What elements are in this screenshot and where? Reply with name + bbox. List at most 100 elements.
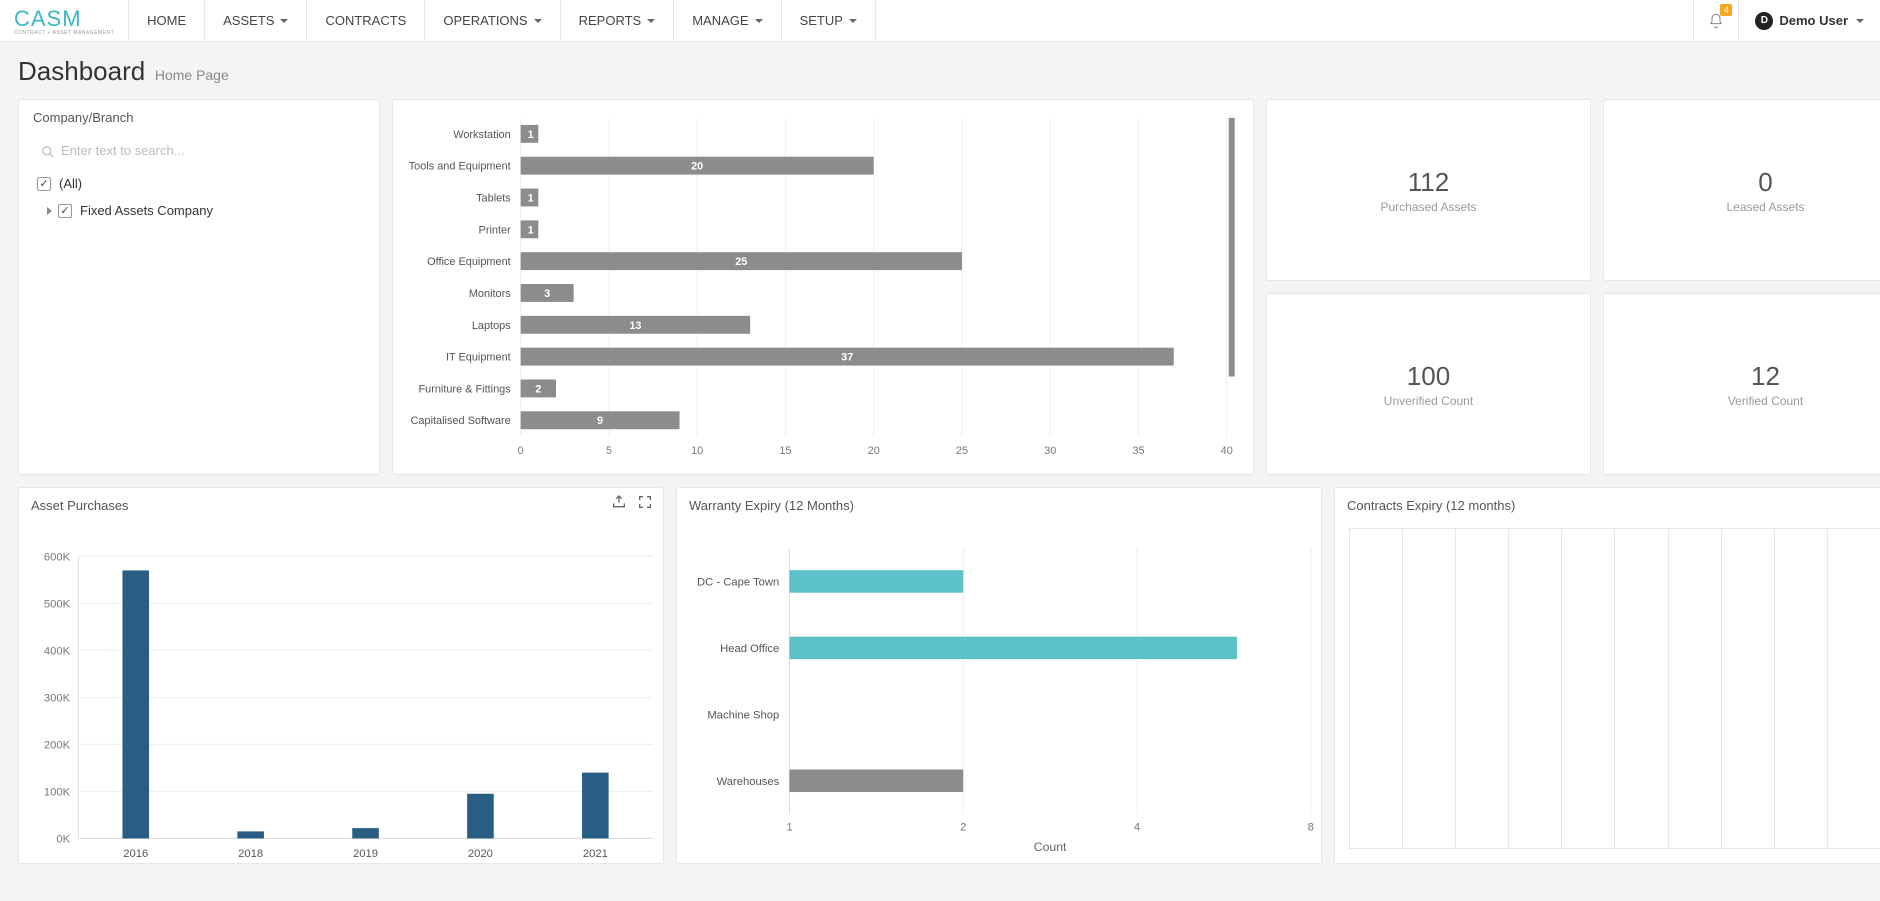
svg-text:1: 1 [528, 192, 534, 204]
svg-text:Head Office: Head Office [720, 643, 779, 655]
stat-value: 12 [1751, 361, 1780, 392]
svg-text:2018: 2018 [238, 848, 263, 860]
avatar: D [1755, 12, 1773, 30]
nav-label: OPERATIONS [443, 13, 527, 28]
logo[interactable]: CASM CONTRACT + ASSET MANAGEMENT [0, 0, 129, 41]
svg-text:200K: 200K [44, 739, 71, 751]
stat-label: Purchased Assets [1380, 200, 1476, 214]
stat-value: 112 [1408, 167, 1449, 198]
contracts-empty-grid [1349, 528, 1880, 849]
svg-text:300K: 300K [44, 692, 71, 704]
asset-purchases-svg: 0K100K200K300K400K500K600K20162018201920… [19, 523, 663, 898]
nav-label: REPORTS [579, 13, 642, 28]
svg-text:25: 25 [735, 256, 747, 268]
svg-text:15: 15 [779, 445, 791, 457]
nav-label: MANAGE [692, 13, 748, 28]
svg-text:DC - Cape Town: DC - Cape Town [697, 577, 779, 589]
svg-text:Laptops: Laptops [472, 320, 511, 332]
stat-label: Unverified Count [1384, 394, 1473, 408]
svg-text:Tablets: Tablets [476, 192, 511, 204]
tree-search-input[interactable] [33, 139, 365, 162]
tree-node[interactable]: ✓ Fixed Assets Company [19, 197, 379, 224]
dashboard-grid: Company/Branch ✓ (All) ✓ Fixed Assets Compa… [0, 99, 1880, 875]
svg-text:2021: 2021 [583, 848, 608, 860]
stat-card: 0 Leased Assets [1603, 99, 1880, 281]
checkbox[interactable]: ✓ [58, 204, 72, 218]
panel-title: Company/Branch [19, 100, 379, 131]
warranty-expiry-card: Warranty Expiry (12 Months) 1248CountDC … [676, 487, 1322, 864]
svg-text:2: 2 [535, 383, 541, 395]
assets-by-category-svg: 0510152025303540Workstation1Tools and Eq… [397, 108, 1241, 466]
svg-text:2: 2 [960, 821, 966, 833]
stat-card: 100Unverified Count [1266, 293, 1591, 475]
asset-purchases-card: Asset Purchases 0K100K200K300K400K500K60… [18, 487, 664, 864]
chevron-down-icon [647, 19, 655, 23]
svg-text:100K: 100K [44, 787, 71, 799]
user-menu[interactable]: D Demo User [1738, 0, 1880, 41]
svg-text:37: 37 [841, 352, 853, 364]
svg-text:1: 1 [786, 821, 792, 833]
nav-manage[interactable]: MANAGE [674, 0, 781, 41]
svg-text:30: 30 [1044, 445, 1056, 457]
svg-text:1: 1 [528, 129, 534, 141]
svg-text:1: 1 [528, 224, 534, 236]
chevron-down-icon [280, 19, 288, 23]
nav-operations[interactable]: OPERATIONS [425, 0, 560, 41]
card-title: Warranty Expiry (12 Months) [677, 488, 1321, 519]
stat-card: 12Verified Count [1603, 293, 1880, 475]
notifications-count: 4 [1720, 4, 1732, 16]
tree-node-label: Fixed Assets Company [80, 203, 213, 218]
logo-tagline: CONTRACT + ASSET MANAGEMENT [14, 30, 114, 36]
svg-text:20: 20 [868, 445, 880, 457]
chevron-down-icon [1856, 19, 1864, 23]
nav-reports[interactable]: REPORTS [561, 0, 675, 41]
svg-text:Machine Shop: Machine Shop [707, 709, 779, 721]
svg-text:4: 4 [1134, 821, 1140, 833]
svg-text:2016: 2016 [123, 848, 148, 860]
svg-text:3: 3 [544, 288, 550, 300]
nav-label: ASSETS [223, 13, 274, 28]
expand-icon[interactable] [47, 207, 52, 215]
svg-text:9: 9 [597, 415, 603, 427]
nav-assets[interactable]: ASSETS [205, 0, 307, 41]
nav-home[interactable]: HOME [129, 0, 205, 41]
search-icon [41, 145, 55, 159]
contracts-expiry-card: Contracts Expiry (12 months) [1334, 487, 1880, 864]
topbar: CASM CONTRACT + ASSET MANAGEMENT HOME ASS… [0, 0, 1880, 42]
svg-text:500K: 500K [44, 598, 71, 610]
fullscreen-icon[interactable] [637, 494, 653, 513]
export-icon[interactable] [611, 494, 627, 513]
svg-text:400K: 400K [44, 645, 71, 657]
nav-setup[interactable]: SETUP [782, 0, 876, 41]
nav-label: CONTRACTS [325, 13, 406, 28]
svg-text:Printer: Printer [479, 224, 512, 236]
svg-text:600K: 600K [44, 551, 71, 563]
tree-node-label: (All) [59, 176, 82, 191]
stat-label: Leased Assets [1726, 200, 1804, 214]
assets-by-category-chart: 0510152025303540Workstation1Tools and Eq… [392, 99, 1254, 475]
nav-label: HOME [147, 13, 186, 28]
svg-text:8: 8 [1308, 821, 1314, 833]
svg-text:40: 40 [1221, 445, 1233, 457]
svg-text:10: 10 [691, 445, 703, 457]
stat-value: 0 [1758, 167, 1772, 198]
row2: Asset Purchases 0K100K200K300K400K500K60… [18, 487, 1880, 857]
svg-text:20: 20 [691, 161, 703, 173]
warranty-expiry-svg: 1248CountDC - Cape TownHead OfficeMachin… [677, 519, 1321, 894]
user-name: Demo User [1779, 13, 1848, 28]
topbar-right: 4 D Demo User [1693, 0, 1880, 41]
page-subtitle: Home Page [155, 67, 229, 83]
card-title: Asset Purchases [19, 488, 663, 519]
notifications-button[interactable]: 4 [1693, 0, 1738, 41]
svg-text:Office Equipment: Office Equipment [427, 256, 511, 268]
nav-contracts[interactable]: CONTRACTS [307, 0, 425, 41]
chevron-down-icon [534, 19, 542, 23]
card-title: Contracts Expiry (12 months) [1335, 488, 1880, 519]
tree-node[interactable]: ✓ (All) [19, 170, 379, 197]
company-branch-panel: Company/Branch ✓ (All) ✓ Fixed Assets Compa… [18, 99, 380, 475]
svg-text:5: 5 [606, 445, 612, 457]
tree-search [19, 131, 379, 170]
svg-text:Furniture & Fittings: Furniture & Fittings [418, 383, 511, 395]
svg-text:Workstation: Workstation [453, 129, 510, 141]
checkbox[interactable]: ✓ [37, 177, 51, 191]
